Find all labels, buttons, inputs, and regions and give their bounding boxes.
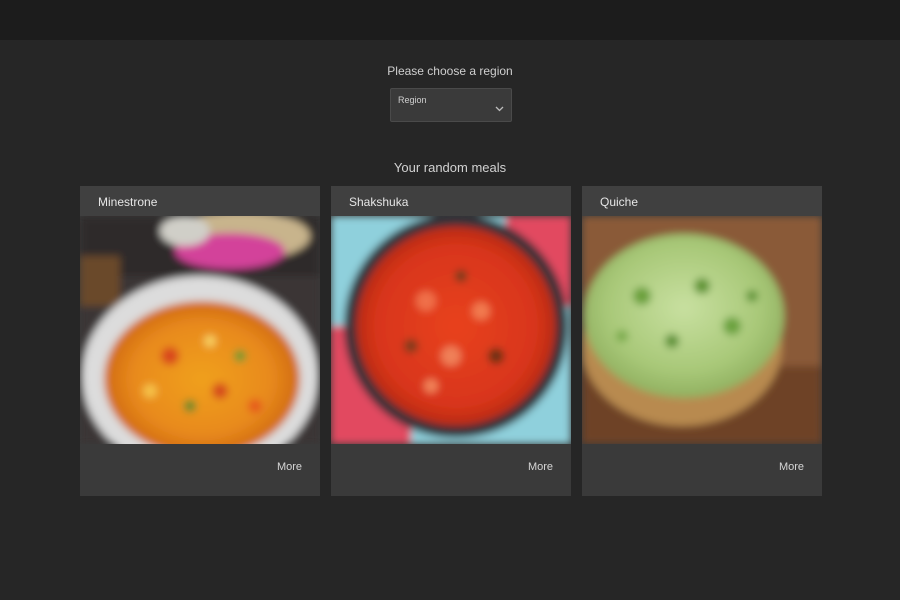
meal-card-header: Minestrone [80, 186, 320, 216]
meal-card-footer: More [582, 444, 822, 496]
chevron-down-icon [495, 100, 504, 112]
more-button[interactable]: More [528, 461, 553, 473]
more-button[interactable]: More [779, 461, 804, 473]
meal-card: Minestrone More [80, 186, 320, 496]
section-title: Your random meals [393, 160, 507, 175]
top-bar [0, 0, 900, 40]
meal-photo [80, 216, 320, 444]
meal-card: Shakshuka More [331, 186, 571, 496]
meal-photo [582, 216, 822, 444]
meal-title: Minestrone [98, 195, 158, 209]
region-prompt: Please choose a region [387, 64, 513, 78]
meal-card-header: Shakshuka [331, 186, 571, 216]
meal-title: Shakshuka [349, 195, 409, 209]
region-select[interactable]: Region [390, 88, 512, 122]
meal-photo [331, 216, 571, 444]
meal-title: Quiche [600, 195, 639, 209]
meal-card: Quiche More [582, 186, 822, 496]
meal-card-header: Quiche [582, 186, 822, 216]
meal-card-footer: More [331, 444, 571, 496]
more-button[interactable]: More [277, 461, 302, 473]
region-select-value: Region [398, 95, 427, 105]
meal-card-footer: More [80, 444, 320, 496]
